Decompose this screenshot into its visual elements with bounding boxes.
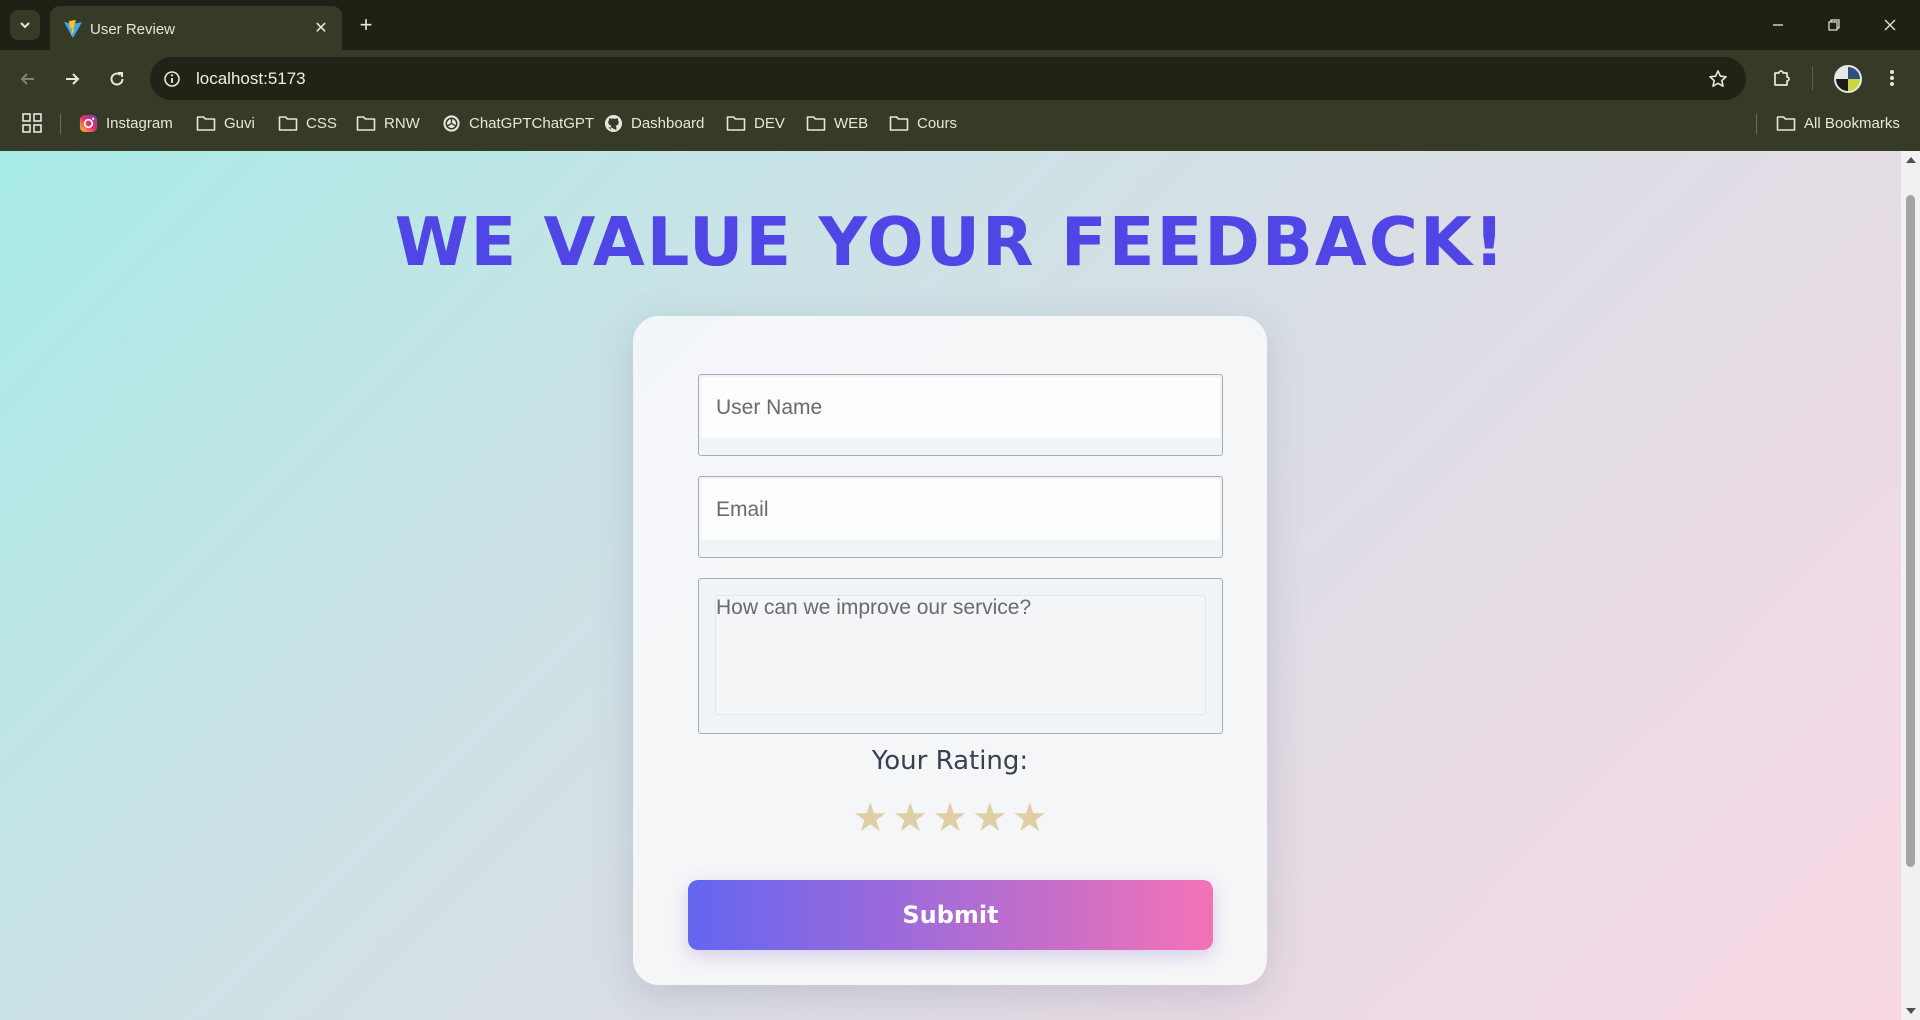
- star-5-icon[interactable]: ★: [1012, 794, 1048, 842]
- star-3-icon[interactable]: ★: [932, 794, 968, 842]
- scroll-up-arrow-icon[interactable]: [1906, 157, 1916, 163]
- minimize-button[interactable]: [1750, 0, 1806, 50]
- close-window-button[interactable]: [1862, 0, 1918, 50]
- bookmark-label: Guvi: [224, 114, 255, 132]
- bookmark-dashboard[interactable]: Dashboard: [604, 111, 704, 135]
- chevron-down-icon: [20, 22, 30, 29]
- email-field: [698, 476, 1223, 558]
- close-icon: [1884, 19, 1896, 31]
- back-button[interactable]: [12, 63, 44, 95]
- toolbar-divider: [1812, 67, 1813, 91]
- bookmark-label: DEV: [754, 114, 785, 132]
- folder-icon: [196, 116, 216, 131]
- minimize-icon: [1773, 24, 1783, 26]
- close-tab-icon[interactable]: ✕: [310, 17, 332, 39]
- bookmark-instagram[interactable]: Instagram: [79, 111, 173, 135]
- restore-icon: [1828, 19, 1840, 31]
- bookmark-folder-rnw[interactable]: RNW: [356, 111, 420, 135]
- star-rating: ★ ★ ★ ★ ★: [633, 794, 1267, 842]
- folder-icon: [278, 116, 298, 131]
- star-1-icon[interactable]: ★: [852, 794, 888, 842]
- bookmark-label: CSS: [306, 114, 337, 132]
- chatgpt-icon: [443, 114, 460, 132]
- page-viewport: WE VALUE YOUR FEEDBACK! Your Rating: ★ ★…: [0, 151, 1901, 1020]
- bookmark-folder-guvi[interactable]: Guvi: [196, 111, 255, 135]
- bookmark-folder-web[interactable]: WEB: [806, 111, 868, 135]
- page-heading: WE VALUE YOUR FEEDBACK!: [394, 203, 1507, 281]
- site-info-icon[interactable]: [160, 67, 184, 91]
- forward-arrow-icon: [66, 73, 80, 85]
- username-input[interactable]: [701, 377, 1220, 438]
- bookmark-folder-dev[interactable]: DEV: [726, 111, 785, 135]
- instagram-icon: [79, 114, 98, 132]
- bookmark-chatgpt[interactable]: ChatGPTChatGPT: [442, 111, 594, 135]
- folder-icon: [356, 116, 376, 131]
- reload-button[interactable]: [101, 63, 133, 95]
- bookmark-star-icon[interactable]: [1706, 67, 1730, 91]
- page-scrollbar[interactable]: [1901, 151, 1920, 1020]
- puzzle-icon: [1774, 70, 1790, 86]
- feedback-textarea[interactable]: [715, 595, 1206, 715]
- all-bookmarks-label: All Bookmarks: [1804, 114, 1900, 132]
- profile-avatar[interactable]: [1834, 65, 1862, 93]
- tab-title: User Review: [90, 21, 176, 38]
- apps-grid-icon[interactable]: [20, 111, 44, 135]
- vite-favicon-icon: [64, 20, 82, 38]
- extensions-button[interactable]: [1766, 62, 1798, 94]
- bookmark-label: RNW: [384, 114, 420, 132]
- url-text[interactable]: localhost:5173: [196, 69, 306, 89]
- star-4-icon[interactable]: ★: [972, 794, 1008, 842]
- rating-label: Your Rating:: [871, 746, 1029, 776]
- reload-icon: [110, 72, 124, 86]
- tab-search-button[interactable]: [10, 10, 40, 40]
- bookmark-folder-css[interactable]: CSS: [278, 111, 337, 135]
- restore-button[interactable]: [1806, 0, 1862, 50]
- back-arrow-icon: [20, 73, 34, 85]
- forward-button[interactable]: [56, 63, 88, 95]
- tab-strip: User Review ✕ +: [0, 0, 1920, 50]
- browser-menu-button[interactable]: [1880, 62, 1904, 94]
- bookmark-label: WEB: [834, 114, 869, 132]
- github-icon: [604, 114, 623, 132]
- kebab-menu-icon: [1890, 70, 1894, 86]
- star-2-icon[interactable]: ★: [892, 794, 928, 842]
- scroll-down-arrow-icon[interactable]: [1906, 1008, 1916, 1014]
- bookmark-label: Dashboard: [631, 114, 705, 132]
- new-tab-button[interactable]: +: [351, 10, 381, 40]
- all-bookmarks-button[interactable]: All Bookmarks: [1776, 111, 1900, 135]
- tab-user-review[interactable]: User Review ✕: [50, 6, 342, 50]
- bookmarks-divider: [60, 114, 61, 134]
- scrollbar-thumb[interactable]: [1906, 195, 1915, 867]
- feedback-form-card: Your Rating: ★ ★ ★ ★ ★ Submit: [633, 316, 1267, 985]
- bookmark-label: ChatGPTChatGPT: [469, 114, 595, 132]
- feedback-field: [698, 578, 1223, 734]
- address-bar[interactable]: localhost:5173: [150, 57, 1746, 100]
- email-input[interactable]: [701, 479, 1220, 540]
- bookmarks-divider: [1756, 114, 1757, 134]
- folder-icon: [889, 116, 909, 131]
- folder-icon: [726, 116, 746, 131]
- folder-icon: [806, 116, 826, 131]
- bookmark-label: Cours: [917, 114, 958, 132]
- username-field: [698, 374, 1223, 456]
- folder-icon: [1776, 116, 1796, 131]
- bookmark-folder-cours[interactable]: Cours: [889, 111, 957, 135]
- bookmark-label: Instagram: [106, 114, 173, 132]
- submit-button[interactable]: Submit: [688, 880, 1213, 950]
